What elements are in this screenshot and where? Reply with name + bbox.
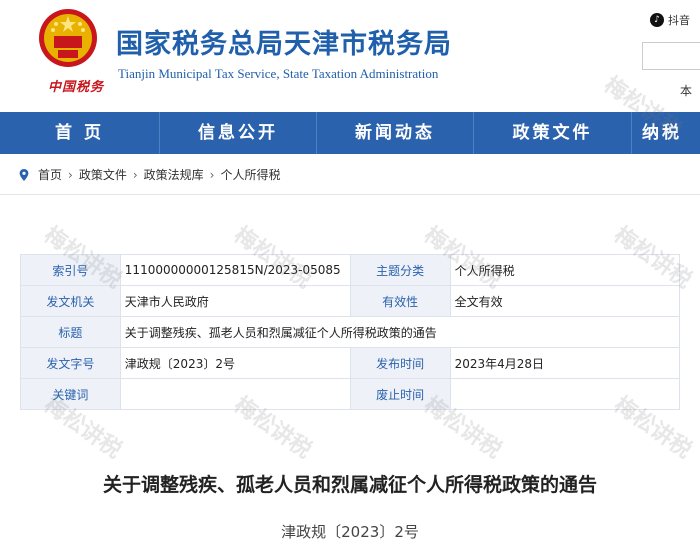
meta-value: 天津市人民政府 [119,285,351,317]
meta-label: 有效性 [349,285,451,317]
breadcrumb-separator: › [68,167,73,182]
meta-value [449,378,681,410]
meta-label: 发布时间 [349,347,451,379]
breadcrumb-home[interactable]: 首页 [38,166,62,183]
douyin-label: 抖音 [668,14,690,27]
location-pin-icon [19,168,29,181]
meta-value: 2023年4月28日 [449,347,681,379]
table-row: 标题 关于调整残疾、孤老人员和烈属减征个人所得税政策的通告 [20,316,681,348]
table-row: 发文机关 天津市人民政府 有效性 全文有效 [20,285,681,317]
brand-text: 中国税务 [48,80,105,95]
meta-label: 索引号 [20,254,121,286]
divider [0,194,700,195]
breadcrumb-policy-library[interactable]: 政策法规库 [144,166,204,183]
table-row: 关键词 废止时间 [20,378,681,410]
meta-label: 发文字号 [20,347,121,379]
table-row: 索引号 11100000000125815N/2023-05085 主题分类 个… [20,254,681,286]
douyin-icon: ♪ [650,13,664,27]
meta-label: 废止时间 [349,378,451,410]
breadcrumb: 首页 › 政策文件 › 政策法规库 › 个人所得税 [18,166,281,183]
breadcrumb-iit[interactable]: 个人所得税 [220,166,280,183]
site-subtitle: Tianjin Municipal Tax Service, State Tax… [118,66,439,81]
meta-label: 主题分类 [349,254,451,286]
douyin-link[interactable]: ♪ 抖音 [650,12,690,28]
national-emblem-icon [39,9,97,67]
article-title: 关于调整残疾、孤老人员和烈属减征个人所得税政策的通告 [102,474,597,496]
meta-value: 关于调整残疾、孤老人员和烈属减征个人所得税政策的通告 [119,316,681,348]
breadcrumb-separator: › [209,167,215,182]
site-title: 国家税务总局天津市税务局 [116,29,452,60]
meta-value: 津政规〔2023〕2号 [119,347,351,379]
search-input[interactable] [642,42,700,70]
meta-value: 全文有效 [449,285,681,317]
meta-value: 个人所得税 [449,254,681,286]
breadcrumb-separator: › [132,167,138,182]
nav-tax-service[interactable]: 纳税 [632,112,700,154]
meta-value: 11100000000125815N/2023-05085 [119,254,351,286]
meta-label: 发文机关 [20,285,121,317]
document-meta-table: 索引号 11100000000125815N/2023-05085 主题分类 个… [20,254,681,410]
nav-news[interactable]: 新闻动态 [317,112,474,154]
table-row: 发文字号 津政规〔2023〕2号 发布时间 2023年4月28日 [20,347,681,379]
meta-label: 关键词 [20,378,121,410]
nav-policy[interactable]: 政策文件 [474,112,632,154]
site-header: 中国税务 国家税务总局天津市税务局 Tianjin Municipal Tax … [0,0,700,112]
main-nav: 首 页 信息公开 新闻动态 政策文件 纳税 [0,112,700,154]
nav-info-disclosure[interactable]: 信息公开 [160,112,317,154]
search-partial-text: 本 [680,84,693,98]
meta-label: 标题 [20,316,121,348]
nav-home[interactable]: 首 页 [0,112,160,154]
meta-value [119,378,351,410]
breadcrumb-policy[interactable]: 政策文件 [79,166,127,183]
article-doc-number: 津政规〔2023〕2号 [281,523,419,541]
